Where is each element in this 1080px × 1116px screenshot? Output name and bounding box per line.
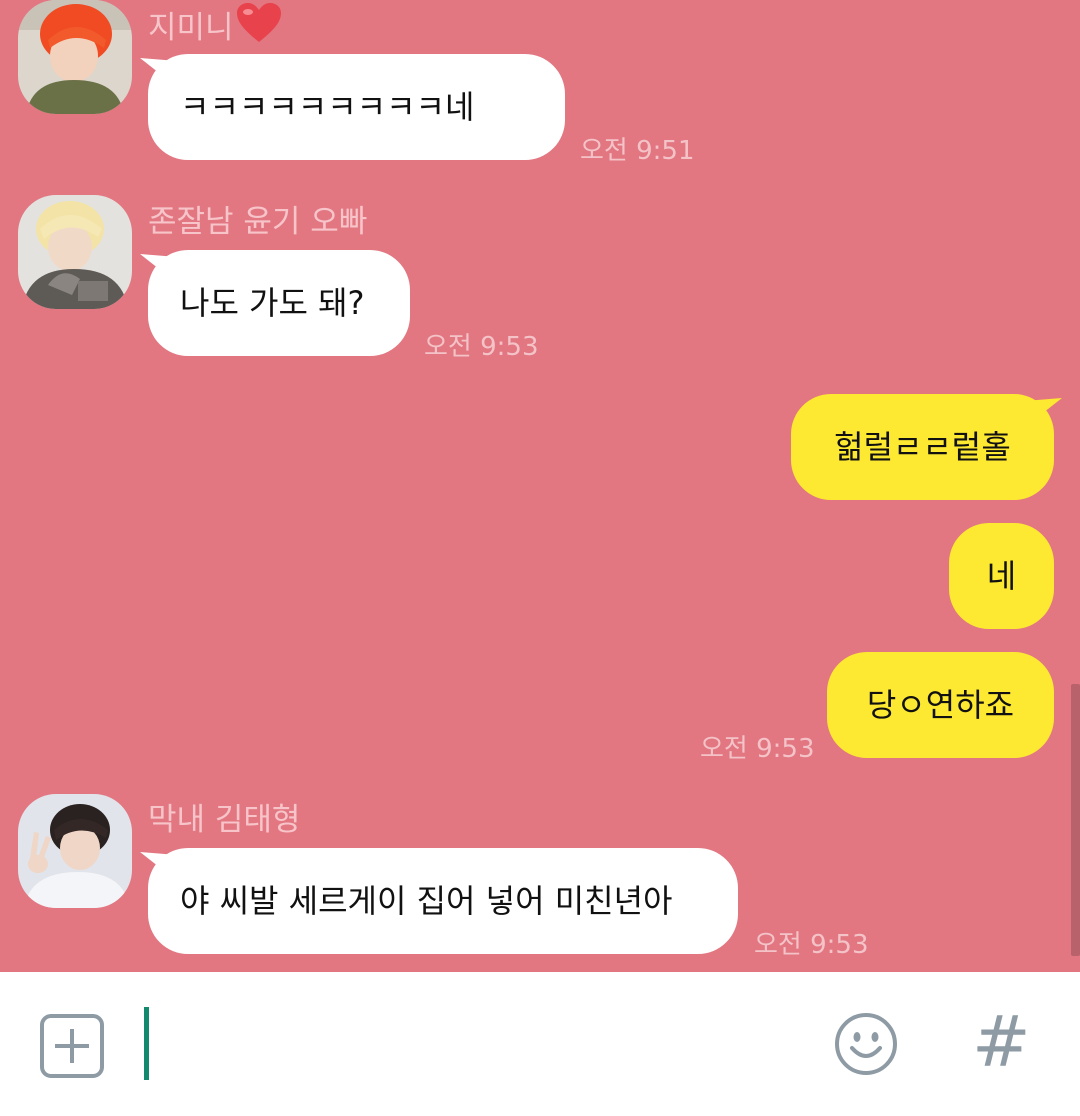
message-text: 나도 가도 돼? (180, 284, 365, 322)
message-text: 야 씨발 세르게이 집어 넣어 미친년아 (180, 882, 673, 920)
bubble-tail (140, 58, 168, 80)
message-time: 오전 9:51 (580, 136, 695, 166)
sender-name-jimini: 지미니 (148, 2, 282, 52)
smiley-icon (835, 1013, 897, 1075)
sender-name-text: 지미니 (148, 10, 234, 46)
message-time: 오전 9:53 (424, 332, 539, 362)
message-time: 오전 9:53 (700, 734, 815, 764)
bubble-tail (140, 254, 168, 276)
attach-button[interactable] (40, 1014, 104, 1078)
message-time: 오전 9:53 (754, 930, 869, 960)
heart-icon (236, 2, 282, 52)
message-bubble[interactable]: 야 씨발 세르게이 집어 넣어 미친년아 (140, 848, 738, 954)
hashtag-button[interactable]: # (972, 1000, 1031, 1084)
outgoing-bubble[interactable]: 헒럴ㄹㄹ렅홀 (791, 394, 1062, 500)
plus-icon (40, 1014, 104, 1078)
text-cursor (144, 1007, 149, 1080)
avatar-taehyung[interactable] (18, 794, 132, 908)
input-bar: # (0, 972, 1080, 1116)
sender-name-taehyung: 막내 김태형 (148, 802, 301, 838)
avatar-yoongi[interactable] (18, 195, 132, 309)
chat-area: 지미니 ㅋㅋㅋㅋㅋㅋㅋㅋㅋ네 오전 9:51 존잘남 윤기 오빠 나도 가도 돼… (0, 0, 1080, 972)
bubble-tail (1034, 398, 1062, 420)
message-text: 네 (986, 557, 1017, 595)
emoji-button[interactable] (834, 1012, 898, 1076)
message-input[interactable] (156, 1002, 800, 1088)
message-text: ㅋㅋㅋㅋㅋㅋㅋㅋㅋ네 (180, 88, 475, 126)
scrollbar[interactable] (1071, 684, 1080, 956)
bubble-tail (140, 852, 168, 874)
sender-name-yoongi: 존잘남 윤기 오빠 (148, 204, 368, 240)
message-bubble[interactable]: ㅋㅋㅋㅋㅋㅋㅋㅋㅋ네 (140, 54, 565, 160)
message-bubble[interactable]: 나도 가도 돼? (140, 250, 410, 356)
message-text: 헒럴ㄹㄹ렅홀 (834, 428, 1011, 466)
outgoing-bubble[interactable]: 네 (949, 523, 1054, 629)
message-text: 당ㅇ연하죠 (866, 686, 1015, 724)
avatar-jimini[interactable] (18, 0, 132, 114)
outgoing-bubble[interactable]: 당ㅇ연하죠 (827, 652, 1054, 758)
